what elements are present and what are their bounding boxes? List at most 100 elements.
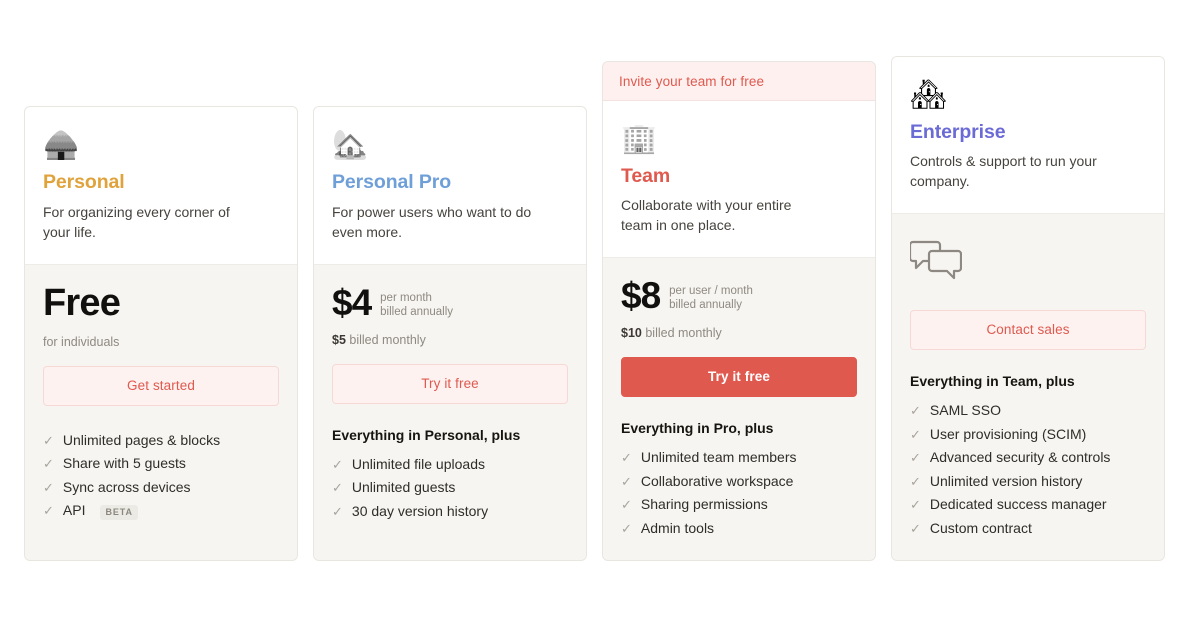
check-icon: ✓ bbox=[910, 497, 921, 513]
price-subtext-team: $10 billed monthly bbox=[621, 326, 857, 341]
feature-heading-personal-pro: Everything in Personal, plus bbox=[332, 426, 521, 443]
feature-list-personal: ✓ Unlimited pages & blocks ✓ Share with 5 g… bbox=[43, 429, 279, 523]
feature-item: ✓ Unlimited pages & blocks bbox=[43, 429, 279, 453]
plan-header-enterprise: 🏘 Enterprise Controls & support to run you… bbox=[892, 57, 1164, 215]
price-sub-amount: $10 bbox=[621, 326, 642, 341]
feature-item: ✓ Sharing permissions bbox=[621, 493, 857, 517]
check-icon: ✓ bbox=[332, 480, 343, 496]
price-amount-personal: Free bbox=[43, 281, 121, 324]
price-block-personal: Free for individuals bbox=[43, 283, 279, 350]
feature-item: ✓ Advanced security & controls bbox=[910, 446, 1146, 470]
price-unit-line: billed annually bbox=[380, 305, 454, 318]
price-row-personal-pro: $4 per month billed annually bbox=[332, 282, 568, 323]
feature-heading-enterprise: Everything in Team, plus bbox=[910, 373, 1075, 390]
check-icon: ✓ bbox=[621, 497, 632, 513]
feature-item: ✓ API BETA bbox=[43, 499, 279, 523]
check-icon: ✓ bbox=[43, 503, 54, 519]
feature-label: Unlimited pages & blocks bbox=[62, 431, 221, 448]
price-amount-team: $8 bbox=[621, 275, 661, 317]
price-block-team: $8 per user / month billed annually $10 bil… bbox=[621, 276, 857, 341]
price-unit-team: per user / month billed annually bbox=[669, 276, 753, 312]
plan-body-team: $8 per user / month billed annually $10 bil… bbox=[603, 258, 875, 561]
check-icon: ✓ bbox=[332, 456, 343, 472]
plan-name-personal: Personal bbox=[43, 171, 125, 194]
check-icon: ✓ bbox=[621, 520, 632, 536]
feature-item: ✓ Share with 5 guests bbox=[43, 452, 279, 476]
beta-badge: BETA bbox=[100, 505, 138, 521]
check-icon: ✓ bbox=[43, 479, 54, 495]
plan-name-team: Team bbox=[621, 165, 671, 187]
check-icon: ✓ bbox=[621, 473, 632, 489]
feature-item: ✓ Sync across devices bbox=[43, 476, 279, 500]
price-sub-label: billed monthly bbox=[645, 326, 722, 341]
plan-name-personal-pro: Personal Pro bbox=[332, 171, 452, 194]
check-icon: ✓ bbox=[332, 503, 343, 519]
office-building-icon: 🏢 bbox=[621, 123, 658, 155]
feature-label: 30 day version history bbox=[351, 502, 489, 519]
price-subtext-personal: for individuals bbox=[43, 334, 120, 349]
plan-body-personal-pro: $4 per month billed annually $5 billed mont… bbox=[314, 264, 586, 561]
feature-item: ✓ SAML SSO bbox=[910, 399, 1146, 423]
plan-name-enterprise: Enterprise bbox=[910, 121, 1006, 143]
feature-label: API bbox=[62, 502, 86, 519]
price-unit-line: per month bbox=[380, 291, 432, 304]
feature-label: Unlimited team members bbox=[640, 449, 797, 466]
feature-heading-team: Everything in Pro, plus bbox=[621, 420, 774, 437]
feature-label: User provisioning (SCIM) bbox=[929, 425, 1087, 442]
feature-label: Share with 5 guests bbox=[62, 455, 186, 472]
plan-tagline-enterprise: Controls & support to run your company. bbox=[910, 153, 1097, 190]
check-icon: ✓ bbox=[910, 473, 921, 489]
feature-item: ✓ Unlimited version history bbox=[910, 470, 1146, 494]
plan-card-personal: 🛖 Personal For organizing every corner of … bbox=[24, 106, 298, 562]
feature-heading-spacer bbox=[43, 406, 279, 420]
plan-header-personal-pro: 🏡 Personal Pro For power users who want to… bbox=[314, 107, 586, 265]
feature-item: ✓ Unlimited file uploads bbox=[332, 453, 568, 477]
feature-label: Unlimited file uploads bbox=[351, 455, 485, 472]
feature-item: ✓ Dedicated success manager bbox=[910, 493, 1146, 517]
plan-card-team: Invite your team for free 🏢 Team Collaborat… bbox=[602, 60, 876, 562]
check-icon: ✓ bbox=[621, 450, 632, 466]
plan-tagline-personal: For organizing every corner of your life… bbox=[43, 203, 230, 240]
feature-item: ✓ 30 day version history bbox=[332, 500, 568, 524]
price-subtext-personal-pro: $5 billed monthly bbox=[332, 333, 568, 348]
feature-item: ✓ Unlimited guests bbox=[332, 476, 568, 500]
feature-label: Unlimited version history bbox=[929, 472, 1083, 489]
hut-icon: 🛖 bbox=[43, 129, 80, 162]
feature-list-personal-pro: ✓ Unlimited file uploads ✓ Unlimited guests… bbox=[332, 453, 568, 524]
feature-label: Advanced security & controls bbox=[929, 449, 1111, 466]
cta-button-personal[interactable]: Get started bbox=[43, 365, 279, 406]
price-block-personal-pro: $4 per month billed annually $5 billed mont… bbox=[332, 282, 568, 348]
pricing-page: 🛖 Personal For organizing every corner of … bbox=[0, 0, 1200, 633]
plan-body-enterprise: Contact sales Everything in Team, plus ✓ SA… bbox=[892, 214, 1164, 561]
feature-list-team: ✓ Unlimited team members ✓ Collaborative wo… bbox=[621, 446, 857, 540]
price-unit-line: billed annually bbox=[669, 299, 743, 312]
feature-label: Custom contract bbox=[929, 519, 1032, 536]
cta-button-team[interactable]: Try it free bbox=[621, 357, 857, 398]
plan-body-personal: Free for individuals Get started ✓ Unlimited… bbox=[25, 264, 297, 561]
feature-item: ✓ Admin tools bbox=[621, 517, 857, 541]
feature-label: Admin tools bbox=[640, 519, 715, 536]
cta-button-personal-pro[interactable]: Try it free bbox=[332, 363, 568, 404]
price-row-team: $8 per user / month billed annually bbox=[621, 276, 857, 316]
feature-label: Collaborative workspace bbox=[640, 472, 794, 489]
feature-label: SAML SSO bbox=[929, 402, 1001, 419]
check-icon: ✓ bbox=[910, 450, 921, 466]
plan-tagline-team: Collaborate with your entire team in one… bbox=[621, 197, 792, 234]
price-unit-personal-pro: per month billed annually bbox=[380, 283, 453, 319]
check-icon: ✓ bbox=[43, 456, 54, 472]
cityscape-icon: 🏘 bbox=[910, 79, 947, 111]
promo-banner: Invite your team for free bbox=[603, 61, 875, 101]
feature-label: Unlimited guests bbox=[351, 479, 456, 496]
feature-label: Sync across devices bbox=[62, 478, 191, 495]
plan-card-enterprise: 🏘 Enterprise Controls & support to run you… bbox=[891, 56, 1165, 562]
price-row-personal: Free bbox=[43, 283, 279, 323]
check-icon: ✓ bbox=[910, 520, 921, 536]
price-block-enterprise bbox=[910, 232, 1146, 294]
feature-label: Sharing permissions bbox=[640, 496, 768, 513]
plan-card-personal-pro: 🏡 Personal Pro For power users who want to… bbox=[313, 106, 587, 562]
plan-header-team: 🏢 Team Collaborate with your entire team i… bbox=[603, 101, 875, 259]
cta-button-enterprise[interactable]: Contact sales bbox=[910, 310, 1146, 351]
price-sub-label: billed monthly bbox=[349, 332, 426, 347]
check-icon: ✓ bbox=[43, 432, 54, 448]
price-unit-line: per user / month bbox=[669, 285, 753, 298]
